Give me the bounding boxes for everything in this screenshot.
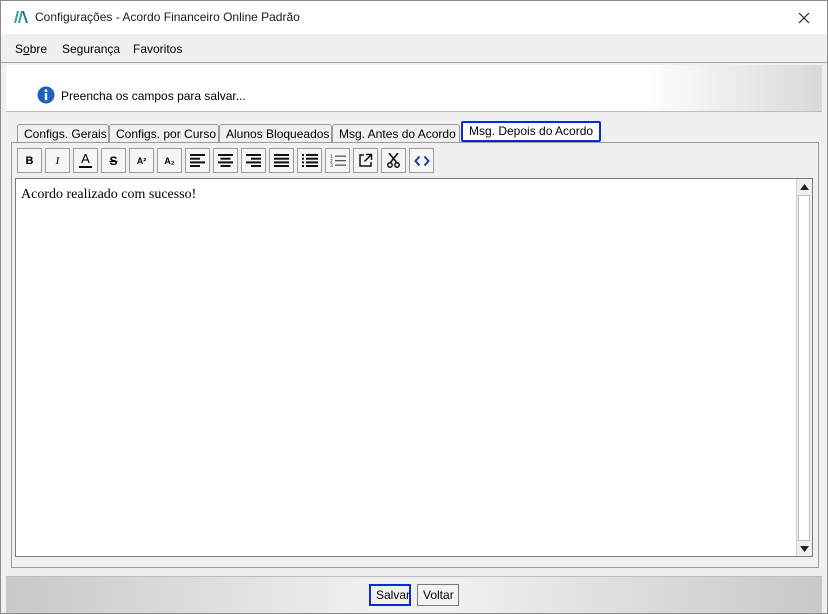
menu-sobre-label: Sobre — [15, 42, 48, 56]
mnemonic-char: o — [23, 42, 30, 56]
arrow-up-icon — [800, 183, 809, 190]
tab-configs-gerais[interactable]: Configs. Gerais — [17, 124, 109, 142]
scissors-icon — [387, 153, 400, 168]
font-color-bar — [79, 166, 92, 168]
info-icon — [37, 86, 55, 104]
close-icon — [798, 12, 810, 23]
menu-bar: Sobre Segurança Favoritos — [1, 35, 827, 63]
align-center-icon — [218, 154, 233, 167]
bullet-list-icon — [301, 154, 318, 167]
svg-text:3: 3 — [330, 163, 333, 167]
insert-link-button[interactable] — [353, 148, 378, 173]
tab-alunos-bloqueados[interactable]: Alunos Bloqueados — [219, 124, 332, 142]
strikethrough-icon: S — [109, 153, 118, 168]
message-editor[interactable]: Acordo realizado com sucesso! — [15, 178, 813, 557]
save-button[interactable]: Salvar — [369, 584, 411, 606]
italic-icon: I — [55, 154, 60, 167]
tab-strip: Configs. Gerais Configs. por Curso Aluno… — [14, 121, 824, 143]
superscript-button[interactable]: A² — [129, 148, 154, 173]
superscript-icon: A² — [136, 155, 147, 166]
align-right-icon — [246, 154, 261, 167]
scroll-up-button[interactable] — [797, 179, 812, 194]
editor-content[interactable]: Acordo realizado com sucesso! — [21, 187, 196, 203]
font-color-icon: A — [79, 151, 92, 168]
align-justify-icon — [274, 154, 289, 167]
tab-msg-antes-do-acordo[interactable]: Msg. Antes do Acordo — [332, 124, 460, 142]
strikethrough-button[interactable]: S — [101, 148, 126, 173]
bold-button[interactable]: B — [17, 148, 42, 173]
code-icon — [413, 155, 430, 166]
align-left-button[interactable] — [185, 148, 210, 173]
numbered-list-icon: 1 2 3 — [330, 154, 346, 167]
align-justify-button[interactable] — [269, 148, 294, 173]
info-message: Preencha os campos para salvar... — [61, 89, 246, 103]
back-button[interactable]: Voltar — [417, 584, 459, 606]
tab-configs-por-curso[interactable]: Configs. por Curso — [109, 124, 219, 142]
editor-toolbar: B I A S A² A₂ 1 2 3 — [15, 148, 435, 174]
info-bar: Preencha os campos para salvar... — [6, 65, 822, 112]
cut-button[interactable] — [381, 148, 406, 173]
vertical-scrollbar[interactable] — [796, 179, 812, 556]
menu-seguranca[interactable]: Segurança — [62, 42, 120, 56]
font-color-button[interactable]: A — [73, 148, 98, 173]
app-logo-icon — [14, 11, 28, 23]
close-button[interactable] — [781, 1, 827, 34]
italic-button[interactable]: I — [45, 148, 70, 173]
footer-bar: Salvar Voltar — [6, 576, 822, 613]
tab-msg-depois-do-acordo[interactable]: Msg. Depois do Acordo — [461, 121, 601, 142]
font-color-glyph: A — [81, 151, 90, 166]
align-left-icon — [190, 154, 205, 167]
arrow-down-icon — [800, 545, 809, 552]
menu-favoritos[interactable]: Favoritos — [133, 42, 182, 56]
bullet-list-button[interactable] — [297, 148, 322, 173]
subscript-icon: A₂ — [164, 155, 175, 166]
bold-icon: B — [25, 154, 34, 167]
title-bar: Configurações - Acordo Financeiro Online… — [1, 1, 827, 34]
subscript-button[interactable]: A₂ — [157, 148, 182, 173]
scroll-thumb[interactable] — [798, 195, 810, 541]
menu-sobre[interactable]: Sobre — [15, 42, 47, 56]
window: Configurações - Acordo Financeiro Online… — [0, 0, 828, 614]
window-title: Configurações - Acordo Financeiro Online… — [35, 10, 300, 24]
source-code-button[interactable] — [409, 148, 434, 173]
align-center-button[interactable] — [213, 148, 238, 173]
align-right-button[interactable] — [241, 148, 266, 173]
scroll-down-button[interactable] — [797, 541, 812, 556]
external-link-icon — [359, 153, 373, 167]
numbered-list-button[interactable]: 1 2 3 — [325, 148, 350, 173]
